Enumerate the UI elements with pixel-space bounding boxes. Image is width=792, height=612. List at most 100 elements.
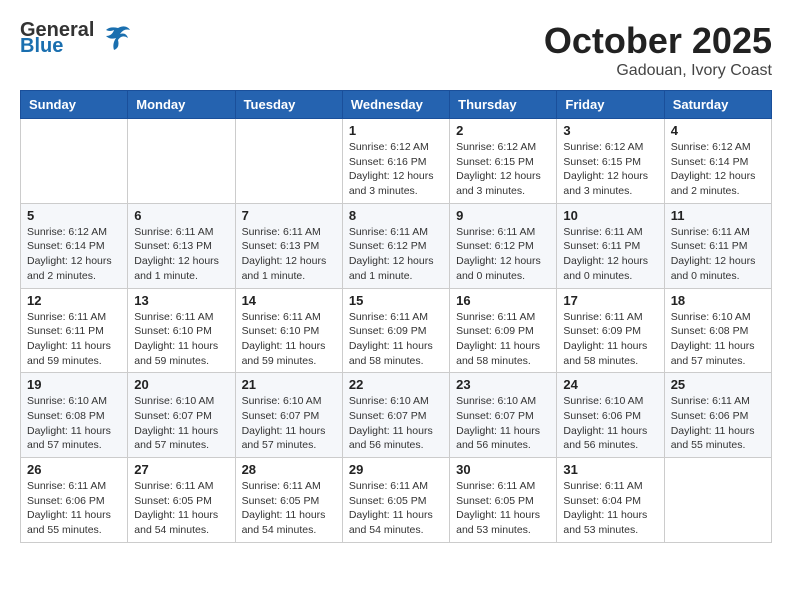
day-number: 9 <box>456 208 550 223</box>
day-number: 30 <box>456 462 550 477</box>
calendar-cell: 17 Sunrise: 6:11 AM Sunset: 6:09 PM Dayli… <box>557 288 664 373</box>
calendar-cell: 21 Sunrise: 6:10 AM Sunset: 6:07 PM Dayli… <box>235 373 342 458</box>
day-info: Sunrise: 6:12 AM Sunset: 6:16 PM Dayligh… <box>349 140 443 199</box>
calendar-cell: 24 Sunrise: 6:10 AM Sunset: 6:06 PM Dayli… <box>557 373 664 458</box>
day-number: 29 <box>349 462 443 477</box>
calendar-cell: 4 Sunrise: 6:12 AM Sunset: 6:14 PM Daylig… <box>664 119 771 204</box>
calendar-cell: 23Sunrise: 6:10 AM Sunset: 6:07 PM Dayli… <box>450 373 557 458</box>
day-info: Sunrise: 6:11 AM Sunset: 6:13 PM Dayligh… <box>134 225 228 284</box>
calendar-cell <box>664 458 771 543</box>
weekday-header: Saturday <box>664 91 771 119</box>
day-number: 28 <box>242 462 336 477</box>
logo-blue: Blue <box>20 36 94 56</box>
day-number: 22 <box>349 377 443 392</box>
day-info: Sunrise: 6:11 AM Sunset: 6:12 PM Dayligh… <box>456 225 550 284</box>
calendar-cell: 25Sunrise: 6:11 AM Sunset: 6:06 PM Dayli… <box>664 373 771 458</box>
day-number: 27 <box>134 462 228 477</box>
day-info: Sunrise: 6:11 AM Sunset: 6:11 PM Dayligh… <box>563 225 657 284</box>
calendar-cell <box>21 119 128 204</box>
calendar: SundayMondayTuesdayWednesdayThursdayFrid… <box>20 90 772 543</box>
calendar-week-row: 5 Sunrise: 6:12 AM Sunset: 6:14 PM Daylig… <box>21 203 772 288</box>
day-number: 5 <box>27 208 121 223</box>
calendar-cell: 3 Sunrise: 6:12 AM Sunset: 6:15 PM Daylig… <box>557 119 664 204</box>
calendar-week-row: 12 Sunrise: 6:11 AM Sunset: 6:11 PM Dayli… <box>21 288 772 373</box>
day-info: Sunrise: 6:12 AM Sunset: 6:14 PM Dayligh… <box>27 225 121 284</box>
day-number: 12 <box>27 293 121 308</box>
calendar-cell: 14 Sunrise: 6:11 AM Sunset: 6:10 PM Dayli… <box>235 288 342 373</box>
day-number: 24 <box>563 377 657 392</box>
day-number: 2 <box>456 123 550 138</box>
day-info: Sunrise: 6:11 AM Sunset: 6:05 PM Dayligh… <box>349 479 443 538</box>
day-info: Sunrise: 6:11 AM Sunset: 6:09 PM Dayligh… <box>349 310 443 369</box>
calendar-cell: 6 Sunrise: 6:11 AM Sunset: 6:13 PM Daylig… <box>128 203 235 288</box>
day-number: 18 <box>671 293 765 308</box>
weekday-header: Sunday <box>21 91 128 119</box>
weekday-header: Tuesday <box>235 91 342 119</box>
day-info: Sunrise: 6:11 AM Sunset: 6:12 PM Dayligh… <box>349 225 443 284</box>
calendar-cell: 2 Sunrise: 6:12 AM Sunset: 6:15 PM Daylig… <box>450 119 557 204</box>
weekday-header: Monday <box>128 91 235 119</box>
calendar-week-row: 1Sunrise: 6:12 AM Sunset: 6:16 PM Daylig… <box>21 119 772 204</box>
calendar-cell: 12 Sunrise: 6:11 AM Sunset: 6:11 PM Dayli… <box>21 288 128 373</box>
day-number: 3 <box>563 123 657 138</box>
calendar-cell: 22 Sunrise: 6:10 AM Sunset: 6:07 PM Dayli… <box>342 373 449 458</box>
day-info: Sunrise: 6:10 AM Sunset: 6:08 PM Dayligh… <box>671 310 765 369</box>
calendar-week-row: 19Sunrise: 6:10 AM Sunset: 6:08 PM Dayli… <box>21 373 772 458</box>
day-info: Sunrise: 6:11 AM Sunset: 6:10 PM Dayligh… <box>242 310 336 369</box>
calendar-cell: 18 Sunrise: 6:10 AM Sunset: 6:08 PM Dayli… <box>664 288 771 373</box>
day-info: Sunrise: 6:10 AM Sunset: 6:08 PM Dayligh… <box>27 394 121 453</box>
calendar-cell: 7Sunrise: 6:11 AM Sunset: 6:13 PM Daylig… <box>235 203 342 288</box>
day-info: Sunrise: 6:12 AM Sunset: 6:14 PM Dayligh… <box>671 140 765 199</box>
calendar-cell: 31 Sunrise: 6:11 AM Sunset: 6:04 PM Dayli… <box>557 458 664 543</box>
day-number: 11 <box>671 208 765 223</box>
day-number: 16 <box>456 293 550 308</box>
day-info: Sunrise: 6:11 AM Sunset: 6:09 PM Dayligh… <box>456 310 550 369</box>
calendar-cell: 15 Sunrise: 6:11 AM Sunset: 6:09 PM Dayli… <box>342 288 449 373</box>
location: Gadouan, Ivory Coast <box>544 62 772 80</box>
calendar-cell: 20Sunrise: 6:10 AM Sunset: 6:07 PM Dayli… <box>128 373 235 458</box>
day-number: 14 <box>242 293 336 308</box>
day-number: 31 <box>563 462 657 477</box>
calendar-cell: 11 Sunrise: 6:11 AM Sunset: 6:11 PM Dayli… <box>664 203 771 288</box>
day-info: Sunrise: 6:11 AM Sunset: 6:05 PM Dayligh… <box>456 479 550 538</box>
day-info: Sunrise: 6:10 AM Sunset: 6:06 PM Dayligh… <box>563 394 657 453</box>
day-number: 6 <box>134 208 228 223</box>
day-number: 21 <box>242 377 336 392</box>
month-title: October 2025 <box>544 20 772 62</box>
weekday-header-row: SundayMondayTuesdayWednesdayThursdayFrid… <box>21 91 772 119</box>
logo-icon <box>98 20 134 56</box>
page-header: General Blue October 2025 Gadouan, Ivory… <box>20 20 772 80</box>
day-info: Sunrise: 6:10 AM Sunset: 6:07 PM Dayligh… <box>456 394 550 453</box>
day-info: Sunrise: 6:10 AM Sunset: 6:07 PM Dayligh… <box>242 394 336 453</box>
day-info: Sunrise: 6:12 AM Sunset: 6:15 PM Dayligh… <box>456 140 550 199</box>
calendar-cell: 9 Sunrise: 6:11 AM Sunset: 6:12 PM Daylig… <box>450 203 557 288</box>
day-info: Sunrise: 6:11 AM Sunset: 6:04 PM Dayligh… <box>563 479 657 538</box>
day-info: Sunrise: 6:11 AM Sunset: 6:11 PM Dayligh… <box>671 225 765 284</box>
calendar-cell: 29 Sunrise: 6:11 AM Sunset: 6:05 PM Dayli… <box>342 458 449 543</box>
day-info: Sunrise: 6:10 AM Sunset: 6:07 PM Dayligh… <box>349 394 443 453</box>
day-info: Sunrise: 6:11 AM Sunset: 6:05 PM Dayligh… <box>134 479 228 538</box>
day-number: 26 <box>27 462 121 477</box>
day-number: 13 <box>134 293 228 308</box>
calendar-cell: 8Sunrise: 6:11 AM Sunset: 6:12 PM Daylig… <box>342 203 449 288</box>
calendar-cell: 16 Sunrise: 6:11 AM Sunset: 6:09 PM Dayli… <box>450 288 557 373</box>
calendar-cell: 5 Sunrise: 6:12 AM Sunset: 6:14 PM Daylig… <box>21 203 128 288</box>
calendar-cell: 26Sunrise: 6:11 AM Sunset: 6:06 PM Dayli… <box>21 458 128 543</box>
day-info: Sunrise: 6:11 AM Sunset: 6:06 PM Dayligh… <box>671 394 765 453</box>
title-block: October 2025 Gadouan, Ivory Coast <box>544 20 772 80</box>
calendar-cell <box>128 119 235 204</box>
day-info: Sunrise: 6:11 AM Sunset: 6:13 PM Dayligh… <box>242 225 336 284</box>
day-info: Sunrise: 6:11 AM Sunset: 6:09 PM Dayligh… <box>563 310 657 369</box>
weekday-header: Friday <box>557 91 664 119</box>
day-number: 15 <box>349 293 443 308</box>
calendar-cell: 10Sunrise: 6:11 AM Sunset: 6:11 PM Dayli… <box>557 203 664 288</box>
calendar-cell: 28Sunrise: 6:11 AM Sunset: 6:05 PM Dayli… <box>235 458 342 543</box>
day-number: 4 <box>671 123 765 138</box>
day-info: Sunrise: 6:11 AM Sunset: 6:11 PM Dayligh… <box>27 310 121 369</box>
calendar-cell: 19Sunrise: 6:10 AM Sunset: 6:08 PM Dayli… <box>21 373 128 458</box>
day-info: Sunrise: 6:12 AM Sunset: 6:15 PM Dayligh… <box>563 140 657 199</box>
logo: General Blue <box>20 20 134 56</box>
day-info: Sunrise: 6:10 AM Sunset: 6:07 PM Dayligh… <box>134 394 228 453</box>
day-number: 17 <box>563 293 657 308</box>
calendar-week-row: 26Sunrise: 6:11 AM Sunset: 6:06 PM Dayli… <box>21 458 772 543</box>
